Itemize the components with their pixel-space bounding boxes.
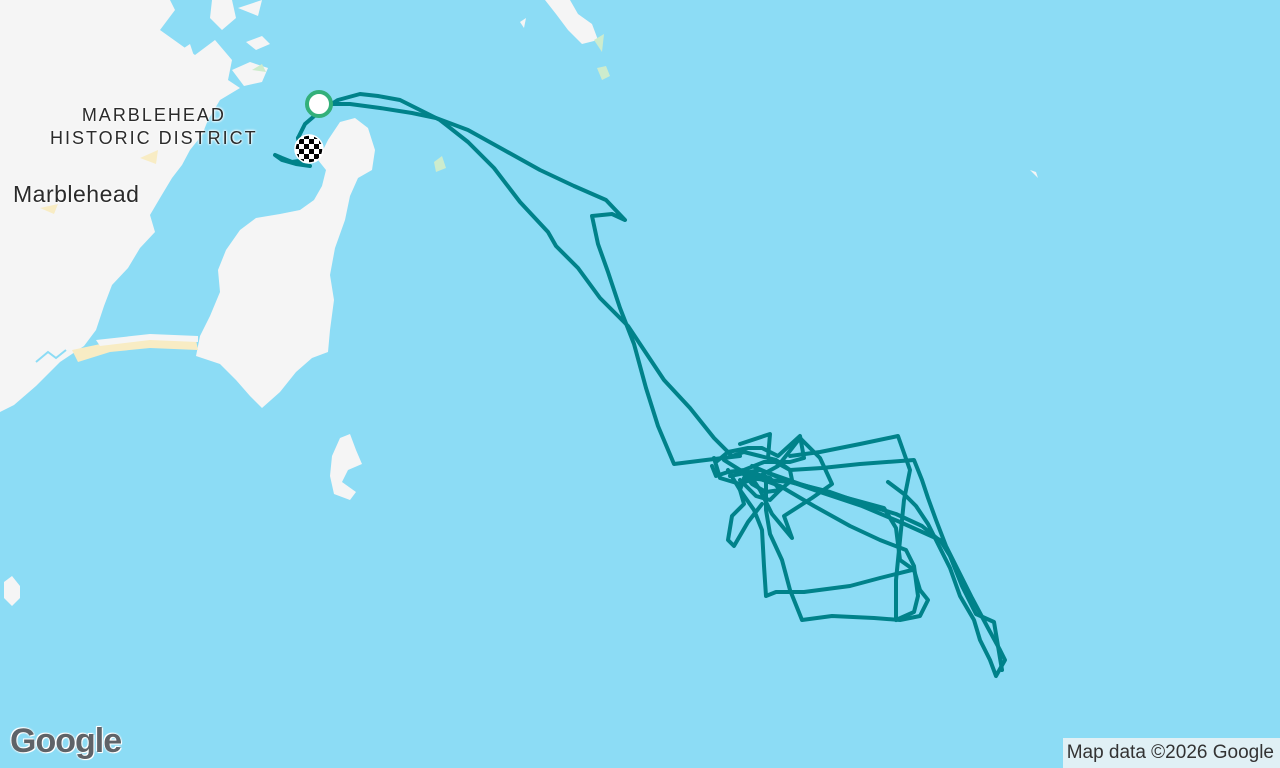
map-canvas[interactable] xyxy=(0,0,1280,768)
map-viewport[interactable]: MARBLEHEAD HISTORIC DISTRICT Marblehead … xyxy=(0,0,1280,768)
map-attribution[interactable]: Map data ©2026 Google xyxy=(1062,738,1280,768)
start-marker[interactable] xyxy=(305,90,333,118)
google-logo[interactable]: Google xyxy=(10,722,122,761)
start-circle-icon xyxy=(305,90,333,118)
